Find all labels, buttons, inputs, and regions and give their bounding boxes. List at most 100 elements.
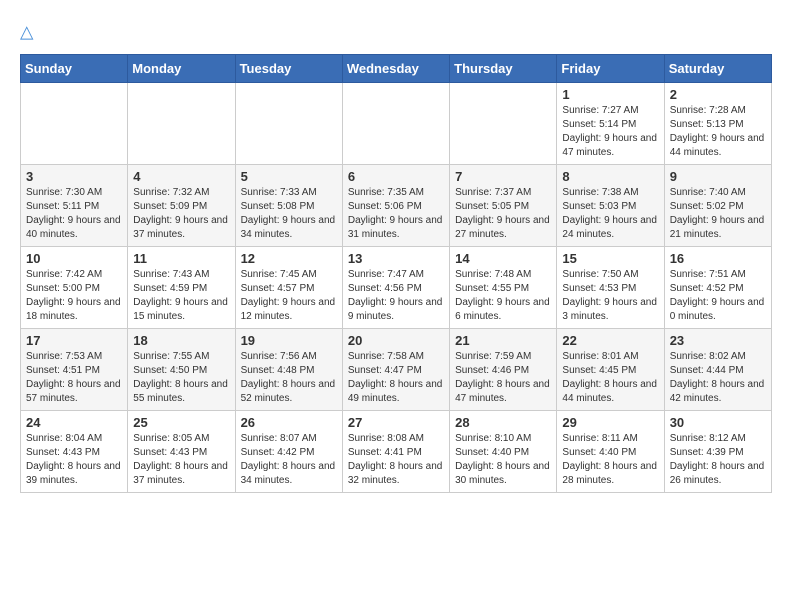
logo-icon: △ — [20, 20, 44, 44]
day-number: 20 — [348, 333, 444, 348]
calendar-cell: 5Sunrise: 7:33 AM Sunset: 5:08 PM Daylig… — [235, 165, 342, 247]
day-number: 16 — [670, 251, 766, 266]
day-info: Sunrise: 8:07 AM Sunset: 4:42 PM Dayligh… — [241, 432, 337, 488]
day-info: Sunrise: 7:50 AM Sunset: 4:53 PM Dayligh… — [562, 268, 658, 324]
svg-text:△: △ — [20, 22, 34, 42]
calendar-week-4: 17 Sunrise: 7:53 AM Sunset: 4:51 PM Dayli… — [21, 329, 772, 411]
day-info: Sunrise: 8:08 AM Sunset: 4:41 PM Dayligh… — [348, 432, 444, 488]
header-day-friday: Friday — [557, 55, 664, 83]
day-number: 25 — [133, 415, 229, 430]
day-number: 10 — [26, 251, 122, 266]
day-info: Sunrise: 7:47 AM Sunset: 4:56 PM Dayligh… — [348, 268, 444, 324]
calendar-cell — [128, 83, 235, 165]
calendar-cell: 16 Sunrise: 7:51 AM Sunset: 4:52 PM Dayli… — [664, 247, 771, 329]
calendar-cell: 26 Sunrise: 8:07 AM Sunset: 4:42 PM Dayli… — [235, 411, 342, 493]
calendar-cell: 30 Sunrise: 8:12 AM Sunset: 4:39 PM Dayli… — [664, 411, 771, 493]
calendar-cell — [235, 83, 342, 165]
calendar-cell: 12 Sunrise: 7:45 AM Sunset: 4:57 PM Dayli… — [235, 247, 342, 329]
header-day-tuesday: Tuesday — [235, 55, 342, 83]
day-number: 23 — [670, 333, 766, 348]
day-number: 30 — [670, 415, 766, 430]
header-day-sunday: Sunday — [21, 55, 128, 83]
header-day-saturday: Saturday — [664, 55, 771, 83]
day-info: Sunrise: 7:40 AM Sunset: 5:02 PM Dayligh… — [670, 186, 766, 242]
calendar-cell: 18 Sunrise: 7:55 AM Sunset: 4:50 PM Dayli… — [128, 329, 235, 411]
day-info: Sunrise: 8:04 AM Sunset: 4:43 PM Dayligh… — [26, 432, 122, 488]
day-info: Sunrise: 8:01 AM Sunset: 4:45 PM Dayligh… — [562, 350, 658, 406]
day-number: 12 — [241, 251, 337, 266]
day-info: Sunrise: 8:05 AM Sunset: 4:43 PM Dayligh… — [133, 432, 229, 488]
logo: △ — [20, 20, 48, 44]
calendar-cell: 19 Sunrise: 7:56 AM Sunset: 4:48 PM Dayli… — [235, 329, 342, 411]
calendar-cell: 28 Sunrise: 8:10 AM Sunset: 4:40 PM Dayli… — [450, 411, 557, 493]
day-number: 11 — [133, 251, 229, 266]
day-number: 26 — [241, 415, 337, 430]
day-info: Sunrise: 7:37 AM Sunset: 5:05 PM Dayligh… — [455, 186, 551, 242]
calendar-cell: 11 Sunrise: 7:43 AM Sunset: 4:59 PM Dayli… — [128, 247, 235, 329]
calendar-cell — [450, 83, 557, 165]
day-info: Sunrise: 8:10 AM Sunset: 4:40 PM Dayligh… — [455, 432, 551, 488]
day-number: 14 — [455, 251, 551, 266]
day-info: Sunrise: 7:45 AM Sunset: 4:57 PM Dayligh… — [241, 268, 337, 324]
day-number: 27 — [348, 415, 444, 430]
day-number: 13 — [348, 251, 444, 266]
calendar-cell: 27 Sunrise: 8:08 AM Sunset: 4:41 PM Dayli… — [342, 411, 449, 493]
calendar-cell: 4 Sunrise: 7:32 AM Sunset: 5:09 PM Daylig… — [128, 165, 235, 247]
day-number: 18 — [133, 333, 229, 348]
calendar-cell: 29 Sunrise: 8:11 AM Sunset: 4:40 PM Dayli… — [557, 411, 664, 493]
page-header: △ — [20, 20, 772, 44]
calendar-week-2: 3Sunrise: 7:30 AM Sunset: 5:11 PM Daylig… — [21, 165, 772, 247]
calendar-cell: 21Sunrise: 7:59 AM Sunset: 4:46 PM Dayli… — [450, 329, 557, 411]
calendar-cell: 6Sunrise: 7:35 AM Sunset: 5:06 PM Daylig… — [342, 165, 449, 247]
calendar-header-row: SundayMondayTuesdayWednesdayThursdayFrid… — [21, 55, 772, 83]
day-info: Sunrise: 7:30 AM Sunset: 5:11 PM Dayligh… — [26, 186, 122, 242]
day-info: Sunrise: 8:11 AM Sunset: 4:40 PM Dayligh… — [562, 432, 658, 488]
day-info: Sunrise: 7:58 AM Sunset: 4:47 PM Dayligh… — [348, 350, 444, 406]
header-day-monday: Monday — [128, 55, 235, 83]
day-number: 29 — [562, 415, 658, 430]
calendar-cell: 1 Sunrise: 7:27 AM Sunset: 5:14 PM Daylig… — [557, 83, 664, 165]
calendar-cell: 23 Sunrise: 8:02 AM Sunset: 4:44 PM Dayli… — [664, 329, 771, 411]
day-info: Sunrise: 7:33 AM Sunset: 5:08 PM Dayligh… — [241, 186, 337, 242]
day-number: 4 — [133, 169, 229, 184]
day-number: 9 — [670, 169, 766, 184]
day-info: Sunrise: 7:51 AM Sunset: 4:52 PM Dayligh… — [670, 268, 766, 324]
day-number: 22 — [562, 333, 658, 348]
day-info: Sunrise: 7:53 AM Sunset: 4:51 PM Dayligh… — [26, 350, 122, 406]
calendar-cell: 15 Sunrise: 7:50 AM Sunset: 4:53 PM Dayli… — [557, 247, 664, 329]
day-number: 24 — [26, 415, 122, 430]
header-day-wednesday: Wednesday — [342, 55, 449, 83]
day-info: Sunrise: 7:27 AM Sunset: 5:14 PM Dayligh… — [562, 104, 658, 160]
day-info: Sunrise: 7:35 AM Sunset: 5:06 PM Dayligh… — [348, 186, 444, 242]
calendar-week-3: 10 Sunrise: 7:42 AM Sunset: 5:00 PM Dayli… — [21, 247, 772, 329]
day-number: 19 — [241, 333, 337, 348]
calendar-cell: 10 Sunrise: 7:42 AM Sunset: 5:00 PM Dayli… — [21, 247, 128, 329]
calendar-cell: 24 Sunrise: 8:04 AM Sunset: 4:43 PM Dayli… — [21, 411, 128, 493]
day-number: 15 — [562, 251, 658, 266]
calendar-cell: 2Sunrise: 7:28 AM Sunset: 5:13 PM Daylig… — [664, 83, 771, 165]
day-info: Sunrise: 7:43 AM Sunset: 4:59 PM Dayligh… — [133, 268, 229, 324]
day-info: Sunrise: 7:38 AM Sunset: 5:03 PM Dayligh… — [562, 186, 658, 242]
day-info: Sunrise: 7:42 AM Sunset: 5:00 PM Dayligh… — [26, 268, 122, 324]
calendar-cell: 8Sunrise: 7:38 AM Sunset: 5:03 PM Daylig… — [557, 165, 664, 247]
day-info: Sunrise: 8:02 AM Sunset: 4:44 PM Dayligh… — [670, 350, 766, 406]
day-info: Sunrise: 7:32 AM Sunset: 5:09 PM Dayligh… — [133, 186, 229, 242]
calendar-cell: 17 Sunrise: 7:53 AM Sunset: 4:51 PM Dayli… — [21, 329, 128, 411]
calendar-table: SundayMondayTuesdayWednesdayThursdayFrid… — [20, 54, 772, 493]
header-day-thursday: Thursday — [450, 55, 557, 83]
day-info: Sunrise: 7:28 AM Sunset: 5:13 PM Dayligh… — [670, 104, 766, 160]
calendar-cell — [342, 83, 449, 165]
calendar-cell: 13 Sunrise: 7:47 AM Sunset: 4:56 PM Dayli… — [342, 247, 449, 329]
day-info: Sunrise: 7:55 AM Sunset: 4:50 PM Dayligh… — [133, 350, 229, 406]
calendar-cell: 9 Sunrise: 7:40 AM Sunset: 5:02 PM Daylig… — [664, 165, 771, 247]
calendar-cell: 7 Sunrise: 7:37 AM Sunset: 5:05 PM Daylig… — [450, 165, 557, 247]
day-number: 17 — [26, 333, 122, 348]
calendar-cell: 14Sunrise: 7:48 AM Sunset: 4:55 PM Dayli… — [450, 247, 557, 329]
day-number: 21 — [455, 333, 551, 348]
day-number: 1 — [562, 87, 658, 102]
day-info: Sunrise: 8:12 AM Sunset: 4:39 PM Dayligh… — [670, 432, 766, 488]
day-number: 28 — [455, 415, 551, 430]
day-number: 7 — [455, 169, 551, 184]
day-info: Sunrise: 7:56 AM Sunset: 4:48 PM Dayligh… — [241, 350, 337, 406]
calendar-cell: 22 Sunrise: 8:01 AM Sunset: 4:45 PM Dayli… — [557, 329, 664, 411]
